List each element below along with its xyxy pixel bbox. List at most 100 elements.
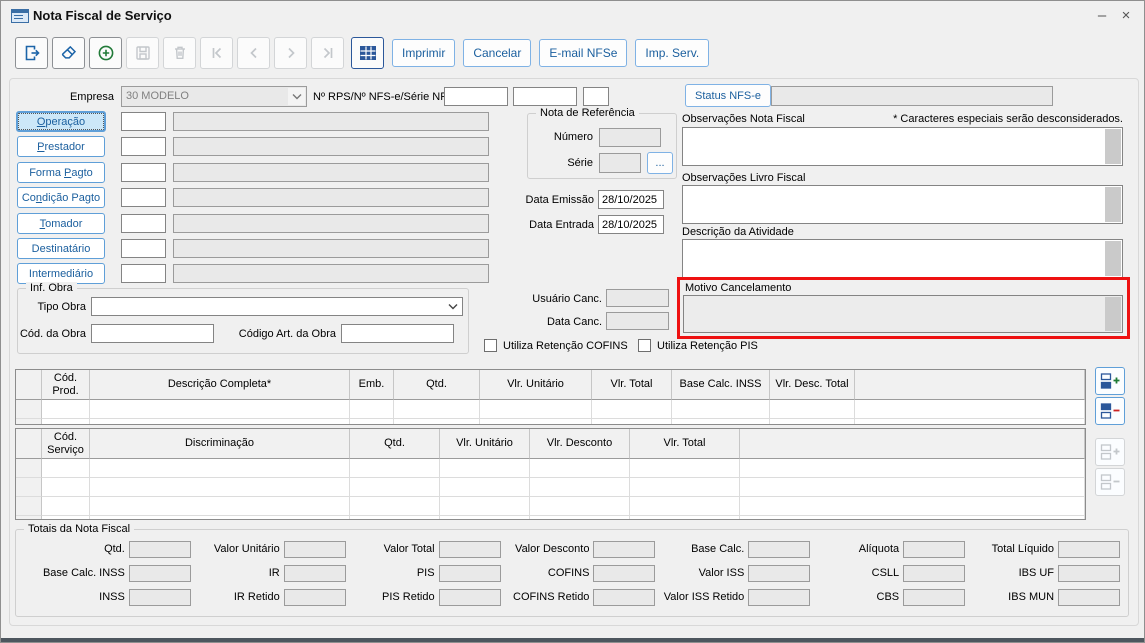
data-entrada-input[interactable] — [598, 215, 664, 234]
grid-cell[interactable] — [350, 516, 440, 519]
utiliza-retencao-cofins-checkbox[interactable] — [484, 339, 497, 352]
chevron-down-icon — [288, 88, 305, 105]
nfse-number-input[interactable] — [513, 87, 577, 106]
grid-cell[interactable] — [42, 516, 90, 519]
operacao-button[interactable]: Operação — [16, 111, 106, 132]
prestador-button[interactable]: Prestador — [17, 136, 105, 157]
grid-cell[interactable] — [480, 419, 592, 424]
grid-cell[interactable] — [42, 419, 90, 424]
grid-cell[interactable] — [480, 400, 592, 419]
grid-cell[interactable] — [530, 497, 630, 516]
close-button[interactable]: × — [1113, 3, 1139, 27]
grid-cell[interactable] — [90, 478, 350, 497]
grid-cell[interactable] — [90, 516, 350, 519]
browse-serie-button[interactable]: ... — [647, 152, 673, 174]
scrollbar[interactable] — [1105, 129, 1121, 164]
grid-cell[interactable] — [350, 478, 440, 497]
cancelar-button[interactable]: Cancelar — [463, 39, 532, 67]
scrollbar[interactable] — [1105, 241, 1121, 276]
row-selector[interactable] — [16, 497, 42, 516]
rps-number-input[interactable] — [444, 87, 508, 106]
destinatario-code-input[interactable] — [121, 239, 166, 258]
grid-cell[interactable] — [440, 478, 530, 497]
row-selector[interactable] — [16, 459, 42, 478]
grid-cell[interactable] — [672, 419, 770, 424]
row-selector[interactable] — [16, 516, 42, 519]
forma-pagto-button[interactable]: Forma Pagto — [17, 162, 105, 183]
erase-button[interactable] — [52, 37, 85, 69]
data-emissao-input[interactable] — [598, 190, 664, 209]
grid-cell[interactable] — [630, 497, 740, 516]
totais-column: Qtd. Base Calc. INSS INSS — [36, 540, 191, 606]
add-product-row-button[interactable] — [1095, 367, 1125, 395]
grid-cell[interactable] — [90, 497, 350, 516]
destinatario-button[interactable]: Destinatário — [17, 238, 105, 259]
grid-cell[interactable] — [350, 400, 394, 419]
grid-cell[interactable] — [530, 459, 630, 478]
grid-cell[interactable] — [770, 400, 855, 419]
utiliza-retencao-cofins-label: Utiliza Retenção COFINS — [503, 340, 628, 352]
cod-obra-input[interactable] — [91, 324, 214, 343]
intermediario-button[interactable]: Intermediário — [17, 263, 105, 284]
grid-cell[interactable] — [855, 419, 1085, 424]
grid-cell[interactable] — [592, 400, 672, 419]
scrollbar[interactable] — [1105, 187, 1121, 222]
grid-cell[interactable] — [740, 459, 1085, 478]
row-selector[interactable] — [16, 419, 42, 424]
grid-cell[interactable] — [530, 478, 630, 497]
grid-cell[interactable] — [440, 516, 530, 519]
grid-cell[interactable] — [42, 497, 90, 516]
imprimir-button[interactable]: Imprimir — [392, 39, 456, 67]
grid-cell[interactable] — [42, 478, 90, 497]
prestador-code-input[interactable] — [121, 137, 166, 156]
forma-pagto-code-input[interactable] — [121, 163, 166, 182]
remove-product-row-button[interactable] — [1095, 397, 1125, 425]
row-selector[interactable] — [16, 400, 42, 419]
observacoes-livro-fiscal-textarea[interactable] — [682, 185, 1123, 224]
grid-cell[interactable] — [440, 459, 530, 478]
grid-cell[interactable] — [630, 459, 740, 478]
grid-cell[interactable] — [630, 478, 740, 497]
next-record-button — [274, 37, 307, 69]
grid-cell[interactable] — [90, 419, 350, 424]
grid-cell[interactable] — [350, 459, 440, 478]
grid-cell[interactable] — [90, 400, 350, 419]
tipo-obra-combobox[interactable] — [91, 297, 463, 316]
tomador-code-input[interactable] — [121, 214, 166, 233]
operacao-code-input[interactable] — [121, 112, 166, 131]
grid-cell[interactable] — [530, 516, 630, 519]
tomador-button[interactable]: Tomador — [17, 213, 105, 234]
intermediario-code-input[interactable] — [121, 264, 166, 283]
serie-nf-input[interactable] — [583, 87, 609, 106]
grid-cell[interactable] — [394, 400, 480, 419]
grid-cell[interactable] — [740, 516, 1085, 519]
grid-cell[interactable] — [394, 419, 480, 424]
grid-cell[interactable] — [90, 459, 350, 478]
grid-cell[interactable] — [592, 419, 672, 424]
minimize-button[interactable]: – — [1089, 3, 1115, 27]
grid-cell[interactable] — [740, 497, 1085, 516]
email-nfse-button[interactable]: E-mail NFSe — [539, 39, 628, 67]
exit-button[interactable] — [15, 37, 48, 69]
status-nfse-button[interactable]: Status NFS-e — [685, 84, 772, 107]
imp-serv-button[interactable]: Imp. Serv. — [635, 39, 710, 67]
row-selector[interactable] — [16, 478, 42, 497]
codigo-art-obra-input[interactable] — [341, 324, 454, 343]
grid-cell[interactable] — [770, 419, 855, 424]
observacoes-nota-fiscal-textarea[interactable] — [682, 127, 1123, 166]
condicao-pagto-button[interactable]: Condição Pagto — [17, 187, 105, 208]
grid-cell[interactable] — [855, 400, 1085, 419]
grid-view-button[interactable] — [351, 37, 384, 69]
grid-cell[interactable] — [630, 516, 740, 519]
descricao-atividade-textarea[interactable] — [682, 239, 1123, 278]
condicao-pagto-code-input[interactable] — [121, 188, 166, 207]
grid-cell[interactable] — [350, 497, 440, 516]
new-button[interactable] — [89, 37, 122, 69]
grid-cell[interactable] — [740, 478, 1085, 497]
grid-cell[interactable] — [440, 497, 530, 516]
utiliza-retencao-pis-checkbox[interactable] — [638, 339, 651, 352]
grid-cell[interactable] — [42, 459, 90, 478]
grid-cell[interactable] — [350, 419, 394, 424]
grid-cell[interactable] — [42, 400, 90, 419]
grid-cell[interactable] — [672, 400, 770, 419]
